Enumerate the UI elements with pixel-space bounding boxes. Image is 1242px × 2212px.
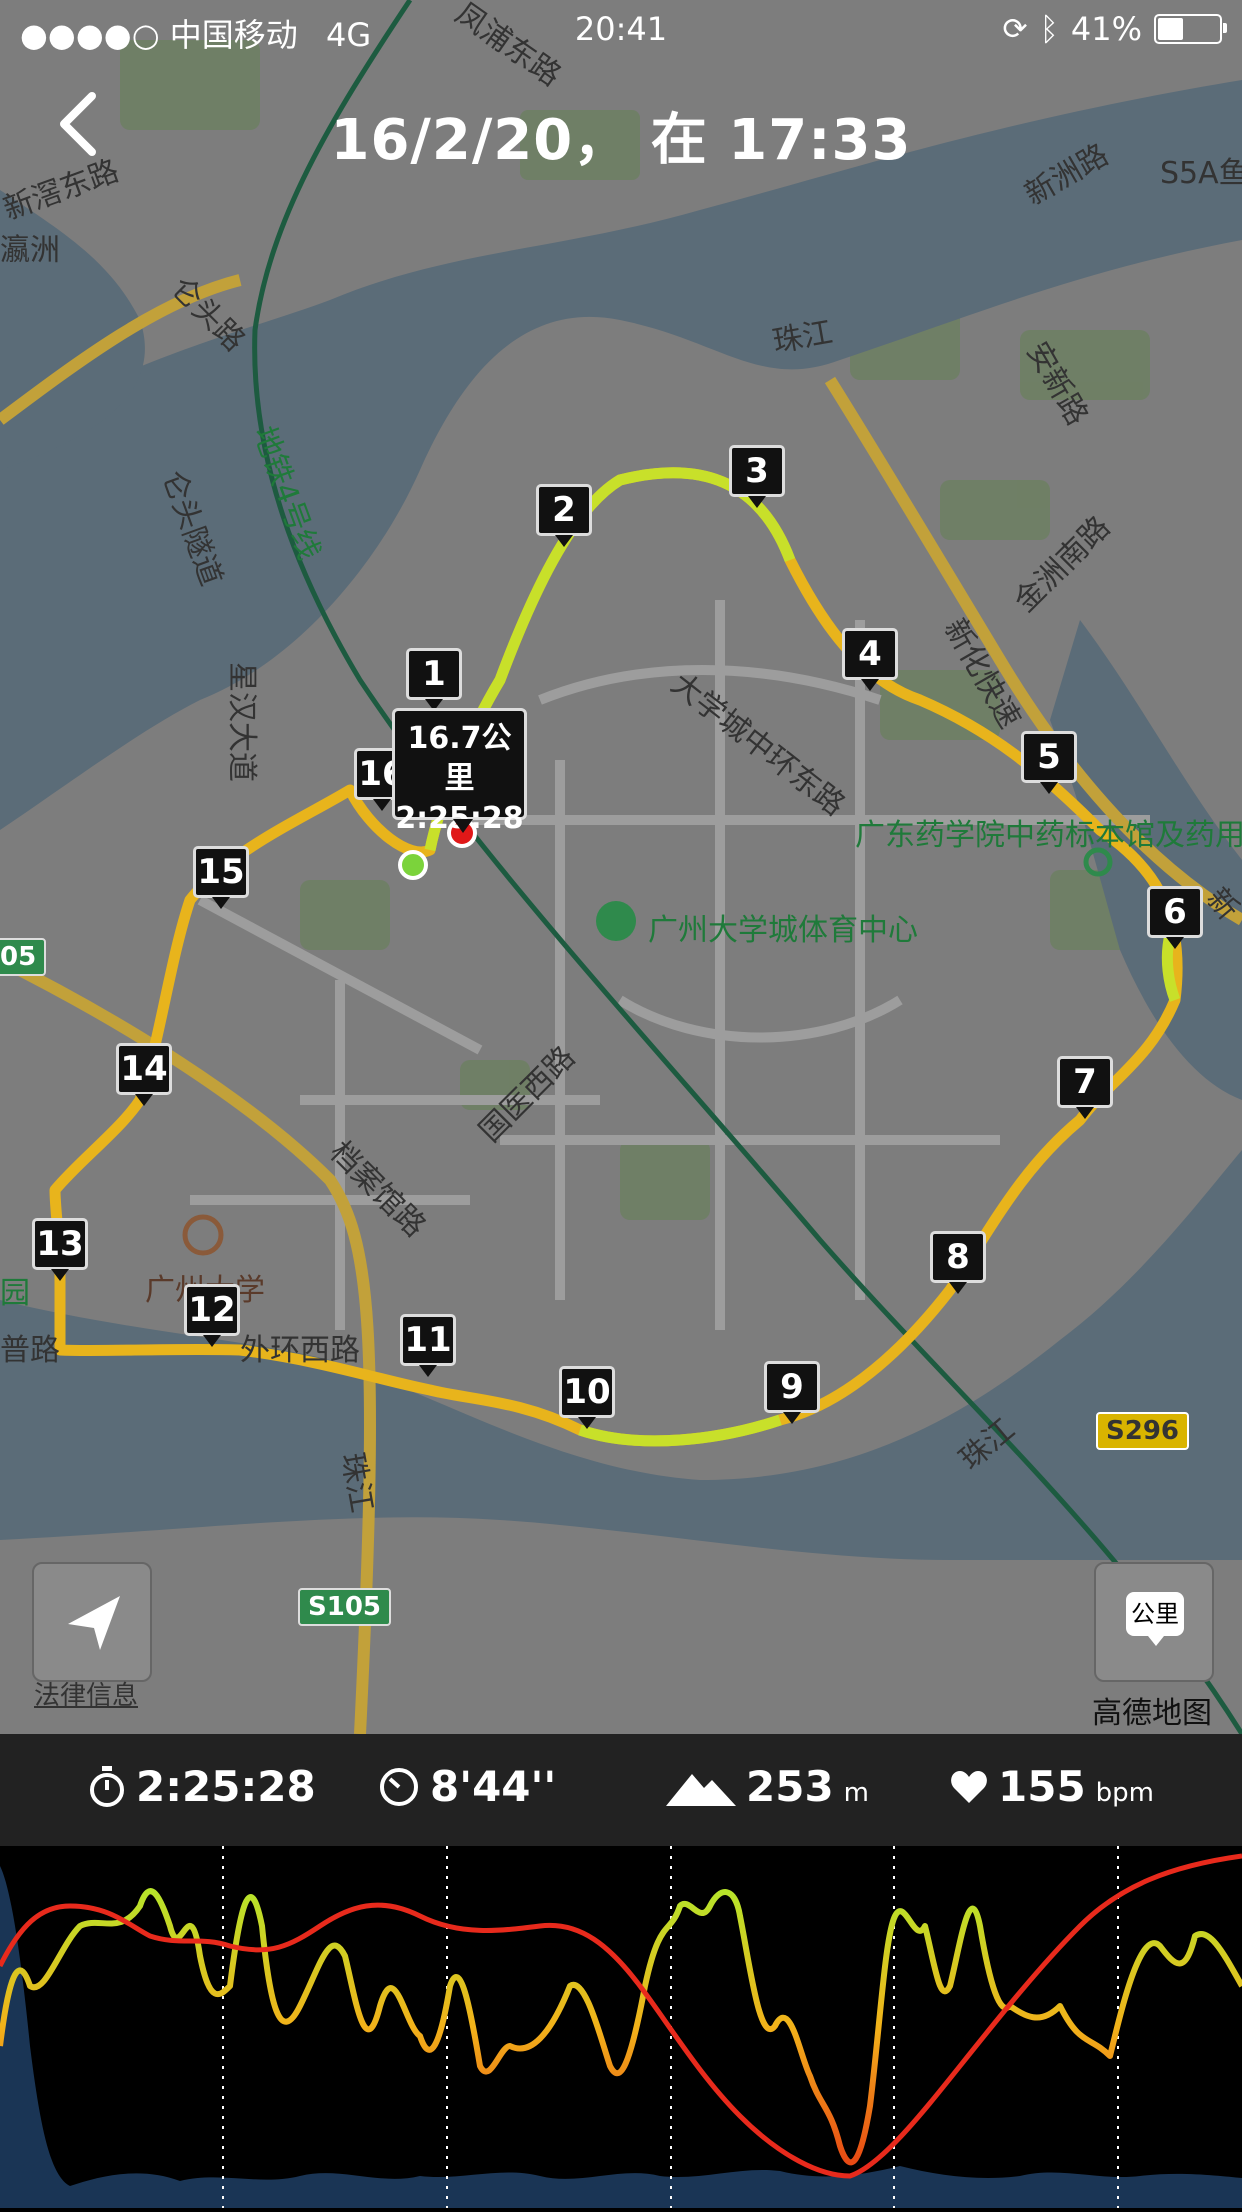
location-arrow-icon [68, 1596, 120, 1650]
km-marker-1[interactable]: 1 [406, 648, 462, 711]
heart-rate-line [0, 1853, 1242, 2179]
unit-toggle-button[interactable]: 公里 [1094, 1562, 1214, 1682]
km-marker-12[interactable]: 12 [184, 1284, 240, 1347]
battery-percent: 41% [1070, 10, 1142, 48]
km-marker-4[interactable]: 4 [842, 628, 898, 691]
legal-info-link[interactable]: 法律信息 [34, 1675, 138, 1712]
status-bar: ●●●●○ 中国移动 4G 20:41 ⟳ ᛒ 41% [0, 0, 1242, 60]
km-marker-8[interactable]: 8 [930, 1231, 986, 1294]
heart-icon [951, 1770, 987, 1803]
orientation-lock-icon: ⟳ [1002, 11, 1028, 47]
duration-value: 2:25:28 [136, 1762, 316, 1811]
stats-bar: 2:25:28 8'44'' 253 m 155 bpm [0, 1734, 1242, 1846]
km-marker-9[interactable]: 9 [764, 1361, 820, 1424]
mountain-icon [666, 1773, 736, 1806]
stopwatch-icon [90, 1765, 124, 1807]
km-marker-6[interactable]: 6 [1147, 886, 1203, 949]
pace-line [0, 1888, 1242, 2166]
stat-duration: 2:25:28 [88, 1762, 316, 1811]
km-marker-14[interactable]: 14 [116, 1043, 172, 1106]
yuan-label: 园 [0, 1276, 30, 1311]
stat-heart-rate: 155 bpm [950, 1762, 1154, 1811]
km-marker-10[interactable]: 10 [559, 1366, 615, 1429]
sports-center-label: 广州大学城体育中心 [648, 913, 918, 948]
map-view[interactable]: 珠江 珠江 珠江 地铁4号线 大学城中环东路 广州大学城体育中心 广东药学院中药… [0, 0, 1242, 1734]
stat-elevation: 253 m [666, 1762, 869, 1811]
finish-callout: 16.7公里 2:25:28 [392, 708, 527, 836]
map-provider-label: 高德地图 [1092, 1696, 1212, 1731]
callout-distance: 16.7公里 [407, 721, 512, 796]
heart-rate-unit: bpm [1095, 1777, 1155, 1808]
pu-road-label: 普路 [0, 1333, 60, 1368]
road-shield-s296: S296 [1096, 1412, 1189, 1450]
km-marker-11[interactable]: 11 [400, 1314, 456, 1377]
elevation-value: 253 [746, 1762, 834, 1811]
workout-chart[interactable] [0, 1846, 1242, 2208]
km-marker-2[interactable]: 2 [536, 484, 592, 547]
xinghan-road-label: 星汉大道 [224, 662, 259, 782]
bluetooth-icon: ᛒ [1039, 10, 1059, 48]
speedometer-icon [380, 1767, 418, 1806]
km-marker-3[interactable]: 3 [729, 445, 785, 508]
map-canvas [0, 0, 1242, 1734]
road-shield-05: 05 [0, 938, 47, 976]
km-marker-7[interactable]: 7 [1057, 1056, 1113, 1119]
pace-value: 8'44'' [430, 1762, 557, 1811]
km-marker-15[interactable]: 15 [193, 846, 249, 909]
elevation-unit: m [843, 1777, 869, 1808]
yingzhou-label: 瀛洲 [0, 233, 60, 268]
heart-rate-value: 155 [998, 1762, 1086, 1811]
outer-ring-label: 外环西路 [240, 1333, 360, 1368]
km-marker-13[interactable]: 13 [32, 1218, 88, 1281]
unit-toggle-label: 公里 [1126, 1592, 1184, 1646]
chart-canvas [0, 1846, 1242, 2208]
locate-button[interactable] [32, 1562, 152, 1682]
elevation-area [0, 1866, 1242, 2208]
km-marker-5[interactable]: 5 [1021, 731, 1077, 794]
page-title: 16/2/20， 在 17:33 [330, 108, 912, 173]
battery-icon [1154, 14, 1227, 44]
pharma-museum-label: 广东药学院中药标本馆及药用 [855, 818, 1242, 853]
road-shield-s105: S105 [298, 1588, 391, 1626]
stat-pace: 8'44'' [378, 1762, 556, 1811]
callout-time: 2:25:28 [395, 801, 524, 836]
